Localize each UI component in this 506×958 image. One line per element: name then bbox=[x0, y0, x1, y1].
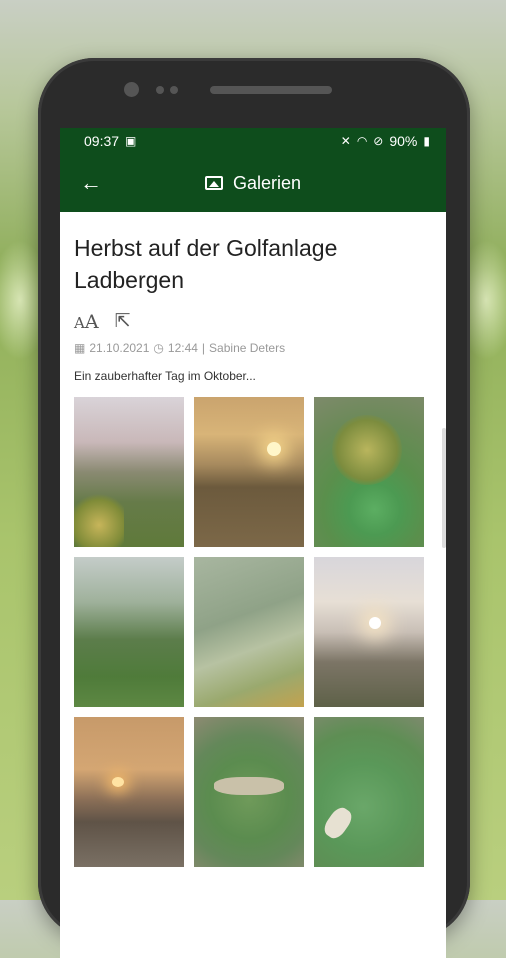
sensor-dot bbox=[156, 86, 164, 94]
speaker-grille bbox=[210, 86, 332, 94]
photo-grid bbox=[74, 397, 432, 867]
do-not-disturb-icon: ⊘ bbox=[373, 134, 384, 148]
camera-lens bbox=[124, 82, 139, 97]
app-title-label: Galerien bbox=[232, 172, 302, 193]
wifi-icon: ◠ bbox=[356, 134, 368, 148]
article-content: Herbst auf der Golfanlage Ladbergen AA ⇱… bbox=[60, 212, 446, 867]
article-title: Herbst auf der Golfanlage Ladbergen bbox=[74, 235, 338, 293]
photo-thumbnail[interactable] bbox=[194, 717, 304, 867]
share-icon[interactable]: ⇱ bbox=[115, 310, 131, 333]
photo-thumbnail[interactable] bbox=[74, 397, 184, 547]
photo-thumbnail[interactable] bbox=[314, 557, 424, 707]
clock-icon: ◷ bbox=[153, 341, 164, 355]
font-size-icon[interactable]: AA bbox=[74, 311, 99, 333]
photo-thumbnail[interactable] bbox=[314, 717, 424, 867]
font-size-small-glyph: A bbox=[74, 313, 85, 332]
status-bar: 09:37 ▣ ✕ ◠ ⊘ 90% ▮ bbox=[60, 128, 446, 154]
battery-icon: ▮ bbox=[423, 134, 430, 148]
image-notification-icon: ▣ bbox=[125, 134, 137, 148]
article-author: Sabine Deters bbox=[209, 341, 286, 355]
status-right: ✕ ◠ ⊘ 90% ▮ bbox=[341, 133, 430, 149]
meta-separator: | bbox=[201, 341, 206, 355]
gallery-icon bbox=[204, 176, 223, 190]
photo-thumbnail[interactable] bbox=[74, 717, 184, 867]
photo-thumbnail[interactable] bbox=[194, 557, 304, 707]
photo-thumbnail[interactable] bbox=[74, 557, 184, 707]
article-meta: ▦ 21.10.2021 ◷ 12:44 | Sabine Deters bbox=[74, 341, 432, 355]
article-date: 21.10.2021 bbox=[89, 341, 150, 355]
battery-percent: 90% bbox=[389, 133, 418, 149]
app-screen: 09:37 ▣ ✕ ◠ ⊘ 90% ▮ ← Galerien Herbst au… bbox=[60, 128, 446, 958]
scrollbar[interactable] bbox=[442, 428, 446, 548]
article-time: 12:44 bbox=[167, 341, 198, 355]
font-size-big-glyph: A bbox=[84, 310, 99, 333]
photo-thumbnail[interactable] bbox=[194, 397, 304, 547]
app-bar: ← Galerien bbox=[60, 154, 446, 212]
article-teaser: Ein zauberhafter Tag im Oktober... bbox=[74, 369, 256, 383]
article-tools: AA ⇱ bbox=[74, 310, 432, 333]
status-left: 09:37 ▣ bbox=[84, 133, 136, 149]
sensor-dot bbox=[170, 86, 178, 94]
back-arrow-icon[interactable]: ← bbox=[76, 168, 106, 198]
phone-frame: 09:37 ▣ ✕ ◠ ⊘ 90% ▮ ← Galerien Herbst au… bbox=[38, 58, 470, 958]
app-title: Galerien bbox=[204, 172, 302, 194]
mute-icon: ✕ bbox=[340, 134, 351, 148]
photo-thumbnail[interactable] bbox=[314, 397, 424, 547]
status-time: 09:37 bbox=[84, 133, 120, 149]
calendar-icon: ▦ bbox=[74, 341, 86, 355]
